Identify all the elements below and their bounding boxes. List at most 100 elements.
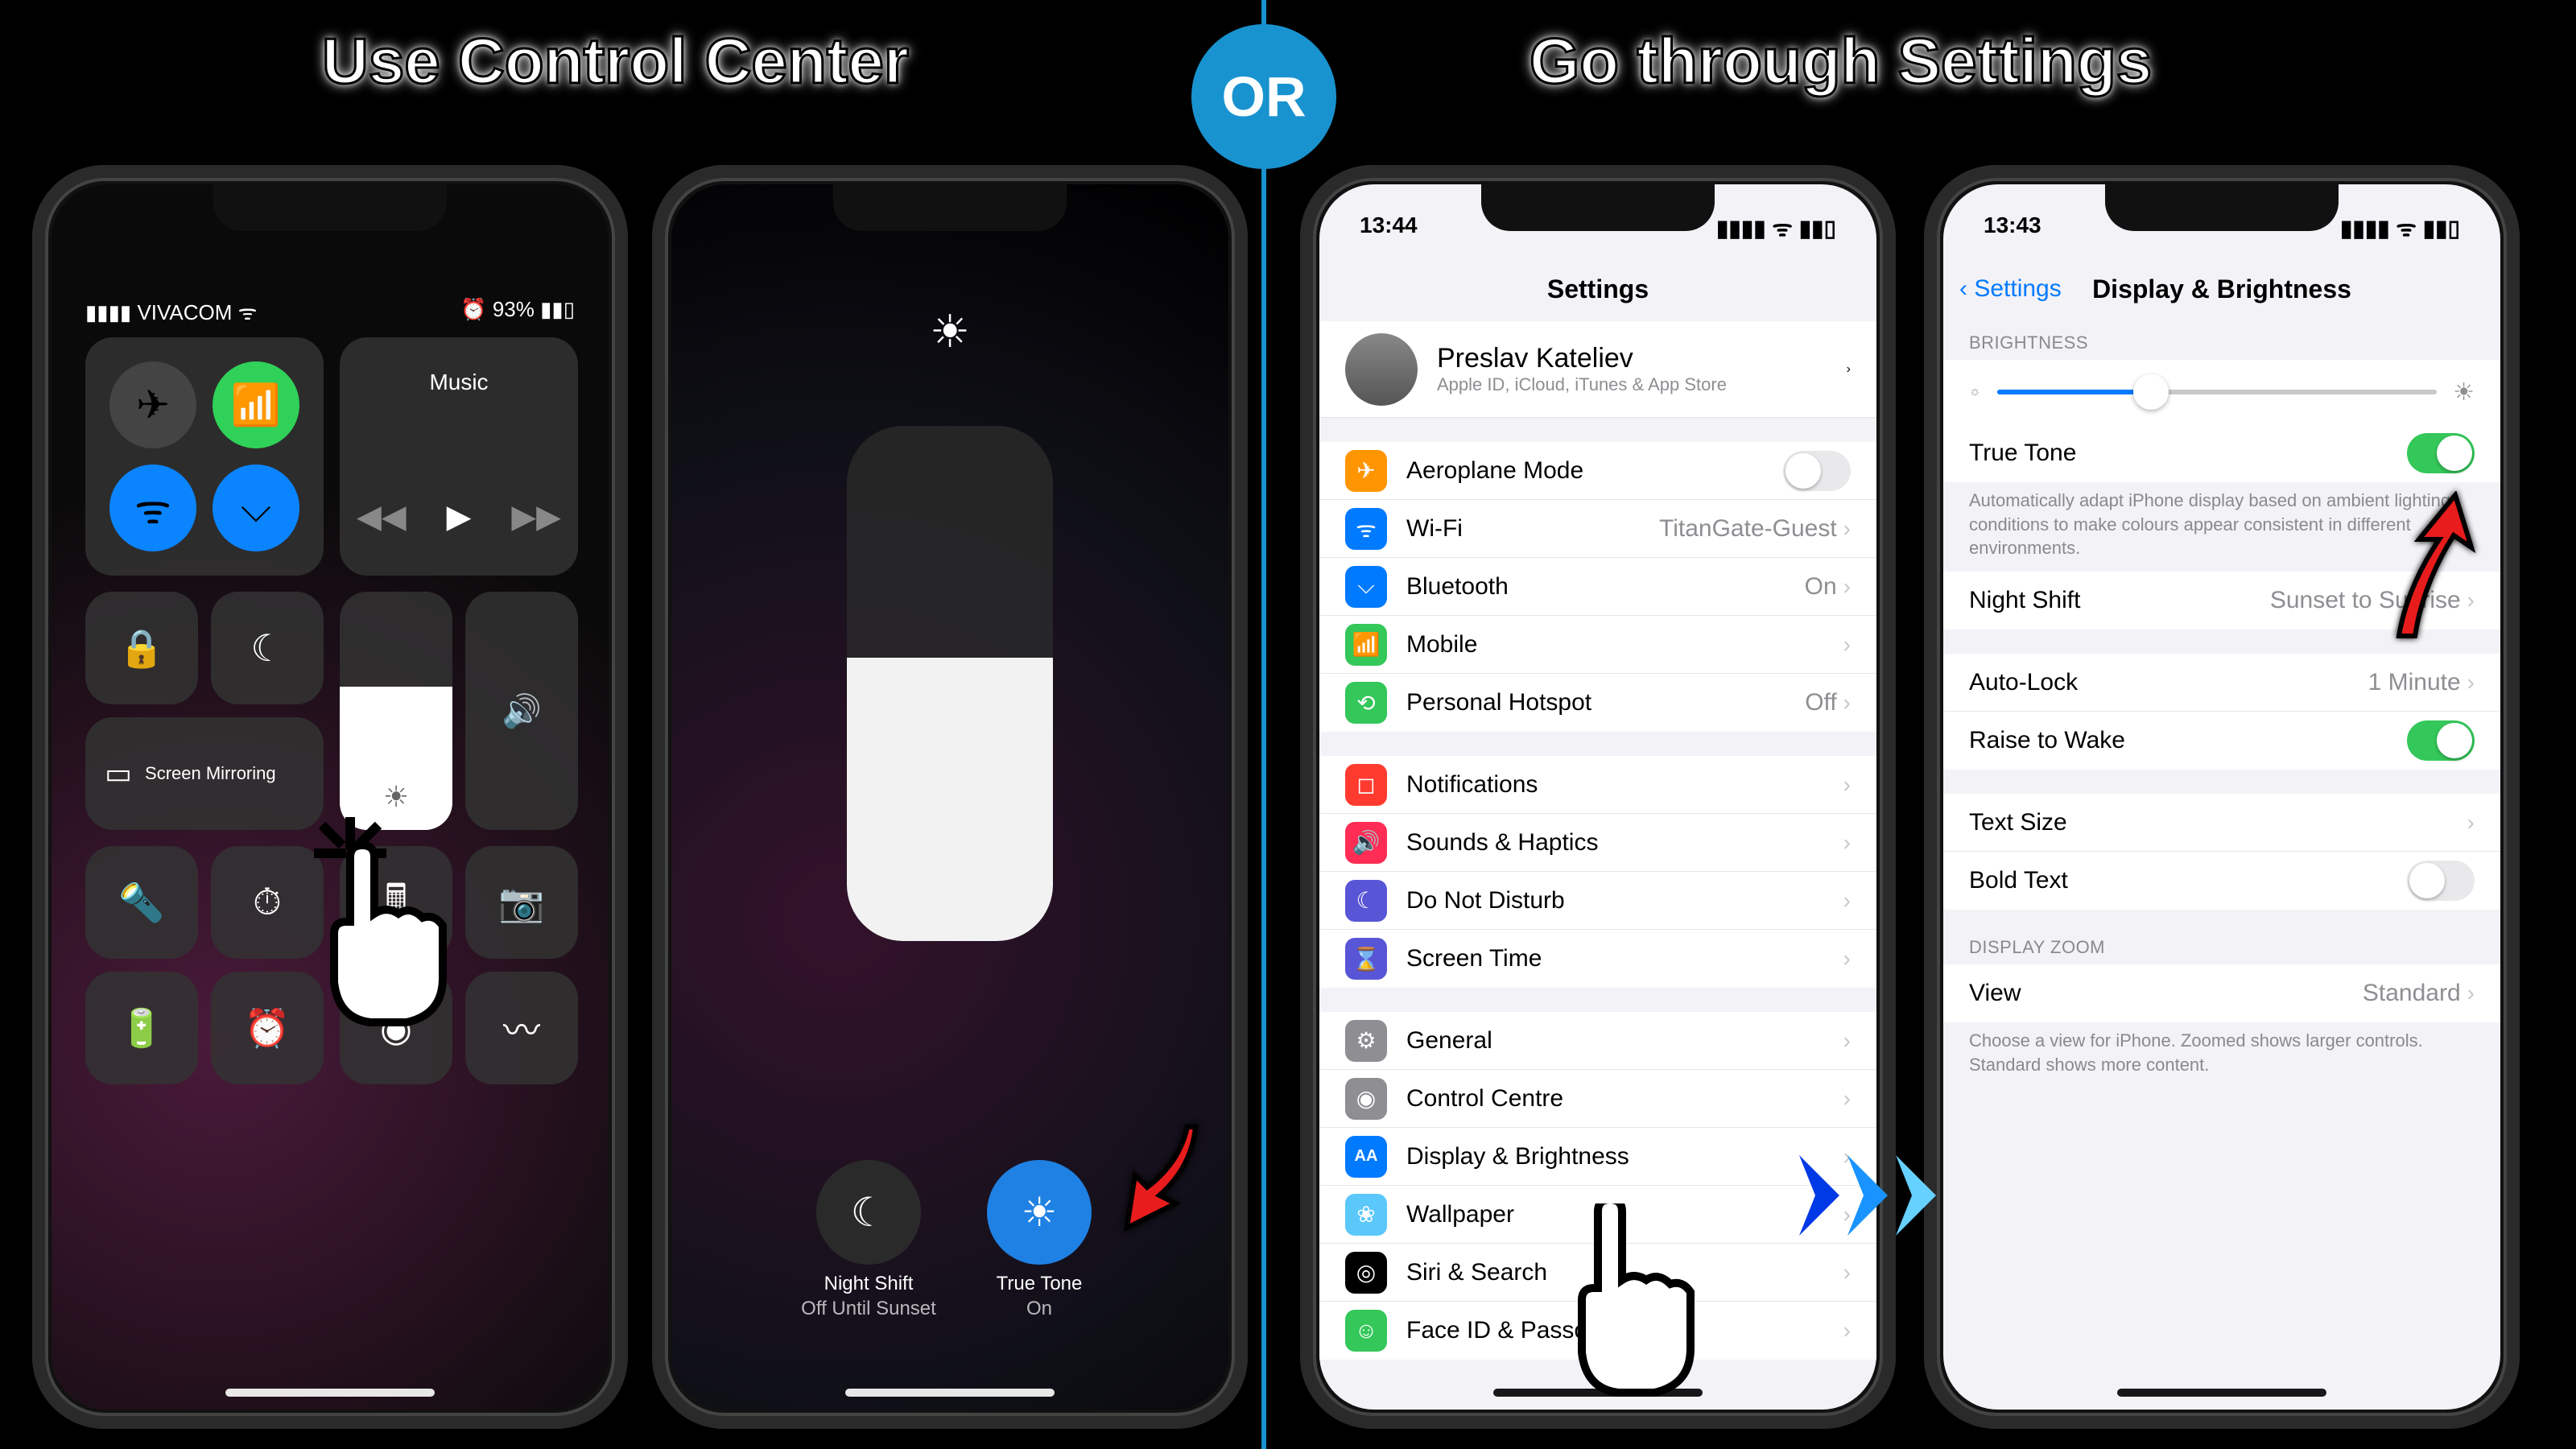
settings-row-face-id-passcode[interactable]: ☺Face ID & Passcode› [1319,1302,1876,1360]
brightness-slider-large[interactable] [847,426,1053,941]
bold-toggle[interactable] [2407,861,2475,901]
row-label: Do Not Disturb [1406,887,1843,914]
true-tone-toggle[interactable] [2407,433,2475,473]
chevron-icon: › [1843,632,1851,658]
calculator-tile[interactable]: 🖩 [340,846,452,959]
row-icon: ⚙ [1345,1020,1387,1062]
settings-row-sounds-haptics[interactable]: 🔊Sounds & Haptics› [1319,814,1876,872]
screen-mirroring-icon: ▭ [105,757,132,791]
settings-row-mobile[interactable]: 📶Mobile› [1319,616,1876,674]
night-shift-button[interactable]: ☾ [816,1160,921,1265]
wifi-toggle[interactable]: ᯤ [109,464,196,551]
music-next-icon[interactable]: ▶▶ [511,498,561,535]
sun-large-icon: ☀ [2453,378,2475,407]
chevron-icon: › [2467,810,2475,836]
volume-slider[interactable]: 🔊 [465,592,578,830]
settings-row-screen-time[interactable]: ⌛Screen Time› [1319,930,1876,988]
do-not-disturb-tile[interactable]: ☾ [211,592,324,704]
music-play-icon[interactable]: ▶ [447,498,472,535]
alarm-tile[interactable]: ⏰ [211,972,324,1084]
view-row[interactable]: View Standard › [1943,964,2500,1022]
raise-toggle[interactable] [2407,720,2475,761]
raise-to-wake-row[interactable]: Raise to Wake [1943,712,2500,770]
chevron-icon: › [1843,888,1851,914]
row-icon: AA [1345,1136,1387,1178]
nav-bar: ‹ Settings Display & Brightness [1943,257,2500,321]
text-size-row[interactable]: Text Size › [1943,794,2500,852]
orientation-lock-tile[interactable]: 🔒 [85,592,198,704]
screen-record-tile[interactable]: ◉ [340,972,452,1084]
row-icon: ⟲ [1345,682,1387,724]
battery-icon: 🔋 [118,1006,164,1051]
settings-row-aeroplane-mode[interactable]: ✈Aeroplane Mode [1319,442,1876,500]
page-title: Settings [1547,275,1649,304]
night-shift-row[interactable]: Night Shift Sunset to Sunrise › [1943,572,2500,630]
timer-tile[interactable]: ⏱ [211,846,324,959]
settings-row-notifications[interactable]: ◻Notifications› [1319,756,1876,814]
home-indicator[interactable] [225,1389,435,1397]
apple-id-row[interactable]: Preslav Kateliev Apple ID, iCloud, iTune… [1319,321,1876,418]
camera-tile[interactable]: 📷 [465,846,578,959]
status-icons: ▮▮▮▮ ᯤ ▮▮▯ [1716,213,1836,243]
row-label: Personal Hotspot [1406,689,1805,716]
chevron-icon: › [2467,588,2475,613]
flashlight-icon: 🔦 [118,881,164,925]
settings-row-do-not-disturb[interactable]: ☾ Do Not Disturb› [1319,872,1876,930]
calculator-icon: 🖩 [385,871,407,934]
airplane-toggle[interactable]: ✈ [109,361,196,448]
phone-brightness-expanded: ☀ ☾ ☀ Night Shift Off Until Sunset True … [652,165,1248,1429]
true-tone-button[interactable]: ☀ [987,1160,1092,1265]
record-icon: ◉ [380,1006,412,1050]
cellular-toggle[interactable]: 📶 [213,361,299,448]
back-button[interactable]: ‹ Settings [1959,275,2062,303]
row-label: Wallpaper [1406,1201,1843,1228]
low-power-tile[interactable]: 🔋 [85,972,198,1084]
notch [213,184,447,231]
chevron-icon: › [1843,516,1851,542]
notch [833,184,1067,231]
settings-row-general[interactable]: ⚙General› [1319,1012,1876,1070]
connectivity-pod[interactable]: ✈ 📶 ᯤ ⌵ [85,337,324,576]
brightness-slider-row[interactable]: ☼ ☀ [1943,360,2500,424]
auto-lock-row[interactable]: Auto-Lock 1 Minute › [1943,654,2500,712]
page-title: Display & Brightness [2092,275,2351,304]
music-pod[interactable]: Music ◀◀ ▶ ▶▶ [340,337,578,576]
hearing-tile[interactable]: 〰 [465,972,578,1084]
home-indicator[interactable] [2117,1389,2326,1397]
screen-mirroring-tile[interactable]: ▭ Screen Mirroring [85,717,324,830]
chevron-icon: › [1843,574,1851,600]
row-toggle[interactable] [1783,451,1851,491]
home-indicator[interactable] [845,1389,1055,1397]
row-label: Screen Time [1406,945,1843,972]
slider-knob[interactable] [2133,374,2169,410]
settings-row-control-centre[interactable]: ◉Control Centre› [1319,1070,1876,1128]
row-label: Display & Brightness [1406,1143,1843,1170]
row-label: Siri & Search [1406,1259,1843,1286]
bluetooth-toggle[interactable]: ⌵ [213,464,299,551]
bold-text-row[interactable]: Bold Text [1943,852,2500,910]
status-icons: ▮▮▮▮ ᯤ ▮▮▯ [2340,213,2460,243]
home-indicator[interactable] [1493,1389,1703,1397]
music-prev-icon[interactable]: ◀◀ [357,498,407,535]
row-label: Aeroplane Mode [1406,457,1783,485]
settings-row-siri-search[interactable]: ◎Siri & Search› [1319,1244,1876,1302]
row-value: Off [1805,689,1836,716]
night-shift-icon: ☾ [851,1189,887,1236]
phone-display-brightness: 13:43 ▮▮▮▮ ᯤ ▮▮▯ ‹ Settings Display & Br… [1924,165,2520,1429]
sun-icon: ☀ [930,305,970,358]
nav-bar: Settings [1319,257,1876,321]
true-tone-row[interactable]: True Tone [1943,424,2500,482]
chevron-icon: › [2467,980,2475,1006]
settings-row-personal-hotspot[interactable]: ⟲Personal HotspotOff› [1319,674,1876,732]
settings-row-wi-fi[interactable]: ᯤWi-FiTitanGate-Guest› [1319,500,1876,558]
brightness-slider[interactable]: ☀ [340,592,452,830]
notch [1481,184,1715,231]
row-icon: ☾ [1345,880,1387,922]
row-label: Sounds & Haptics [1406,829,1843,857]
settings-row-bluetooth[interactable]: ⌵BluetoothOn› [1319,558,1876,616]
chevron-icon: › [1843,830,1851,856]
status-battery: ⏰ 93% ▮▮▯ [460,297,575,322]
flashlight-tile[interactable]: 🔦 [85,846,198,959]
volume-icon: 🔊 [502,692,542,730]
or-badge: OR [1191,24,1336,169]
